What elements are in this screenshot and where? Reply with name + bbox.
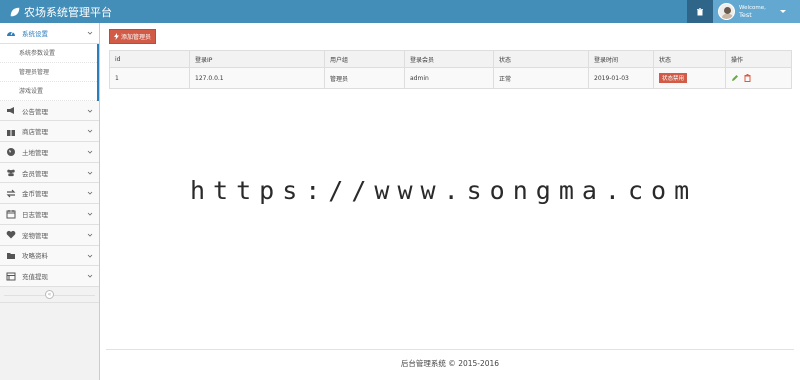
- sidebar-item-guides[interactable]: 攻略资料: [0, 245, 99, 267]
- sidebar-item-recharge[interactable]: 充值提现: [0, 266, 99, 287]
- caret-down-icon: [779, 10, 786, 13]
- trash-icon: [697, 7, 703, 15]
- brand[interactable]: 农场系统管理平台: [10, 4, 112, 20]
- sidebar-item-label: 宠物管理: [22, 231, 48, 240]
- cell-time: 2019-01-03: [589, 68, 654, 88]
- users-icon: [6, 168, 16, 178]
- chevron-down-icon: [87, 130, 93, 133]
- sidebar-item-announcements[interactable]: 公告管理: [0, 100, 99, 122]
- globe-icon: [6, 147, 16, 157]
- column-header[interactable]: 状态: [654, 51, 726, 67]
- sidebar: 系统设置 系统参数设置 管理员管理 游戏设置 公告管理 商店管理 土地管理 会员…: [0, 23, 100, 380]
- chevron-down-icon: [87, 31, 93, 35]
- table-row: 1 127.0.0.1 管理员 admin 正常 2019-01-03 状态禁用: [110, 68, 791, 88]
- bolt-icon: [114, 33, 119, 40]
- table-header-row: id 登录IP 用户组 登录会员 状态 登录时间 状态 操作: [110, 51, 791, 68]
- edit-icon[interactable]: [731, 74, 739, 82]
- column-header[interactable]: 登录IP: [190, 51, 325, 67]
- gift-icon: [6, 126, 16, 136]
- chevron-down-icon: [87, 171, 93, 175]
- column-header[interactable]: id: [110, 51, 190, 67]
- username: Test: [739, 10, 752, 19]
- footer-divider: [106, 349, 794, 350]
- sidebar-subitem-params[interactable]: 系统参数设置: [0, 43, 97, 63]
- sidebar-item-members[interactable]: 会员管理: [0, 162, 99, 184]
- leaf-icon: [10, 7, 20, 17]
- sidebar-item-label: 攻略资料: [22, 252, 48, 261]
- disable-status-button[interactable]: 状态禁用: [659, 73, 688, 83]
- sidebar-item-label: 商店管理: [22, 128, 48, 137]
- column-header[interactable]: 登录时间: [589, 51, 654, 67]
- sidebar-item-label: 公告管理: [22, 107, 48, 116]
- cell-ip: 127.0.0.1: [190, 68, 325, 88]
- column-header[interactable]: 登录会员: [405, 51, 494, 67]
- add-admin-label: 添加管理员: [121, 34, 152, 41]
- chevron-down-icon: [87, 274, 93, 278]
- sidebar-item-logs[interactable]: 日志管理: [0, 204, 99, 225]
- admin-table: id 登录IP 用户组 登录会员 状态 登录时间 状态 操作 1 127.0.0…: [109, 50, 792, 89]
- sidebar-item-label: 会员管理: [22, 169, 48, 178]
- sidebar-subitem-admins[interactable]: 管理员管理: [0, 62, 97, 82]
- sidebar-item-label: 充值提现: [22, 273, 48, 282]
- sidebar-item-label: 系统设置: [22, 29, 48, 38]
- add-admin-button[interactable]: 添加管理员: [109, 29, 157, 44]
- sidebar-item-system-settings[interactable]: 系统设置: [0, 23, 99, 44]
- cell-member: admin: [405, 68, 494, 88]
- cell-group: 管理员: [325, 68, 405, 88]
- cell-operations: [726, 68, 791, 88]
- user-menu[interactable]: Welcome, Test: [713, 0, 800, 23]
- sidebar-item-label: 土地管理: [22, 148, 48, 157]
- cell-status: 正常: [494, 68, 589, 88]
- sidebar-item-shop[interactable]: 商店管理: [0, 121, 99, 143]
- top-navbar: 农场系统管理平台 Welcome, Test: [0, 0, 800, 23]
- folder-icon: [6, 250, 16, 260]
- list-icon: [6, 271, 16, 281]
- column-header[interactable]: 状态: [494, 51, 589, 67]
- footer: 后台管理系统 © 2015-2016: [400, 359, 500, 368]
- cell-id: 1: [110, 68, 190, 88]
- sidebar-item-label: 日志管理: [22, 210, 48, 219]
- watermark: https://www.songma.com: [190, 176, 698, 205]
- chevron-down-icon: [87, 212, 93, 216]
- column-header[interactable]: 用户组: [325, 51, 405, 67]
- chevron-down-icon: [87, 192, 93, 196]
- brand-title: 农场系统管理平台: [24, 6, 112, 19]
- column-header[interactable]: 操作: [726, 51, 791, 67]
- double-chevron-left-icon[interactable]: «: [45, 289, 54, 299]
- chevron-down-icon: [87, 109, 93, 113]
- heart-icon: [6, 230, 16, 240]
- trash-icon[interactable]: [744, 74, 751, 82]
- chevron-down-icon: [87, 150, 93, 154]
- sidebar-collapse: «: [0, 287, 99, 303]
- chevron-down-icon: [87, 254, 93, 258]
- cell-action-status: 状态禁用: [654, 68, 726, 88]
- sidebar-item-land[interactable]: 土地管理: [0, 142, 99, 163]
- sidebar-item-coins[interactable]: 金币管理: [0, 183, 99, 205]
- calendar-icon: [6, 209, 16, 219]
- dashboard-icon: [6, 28, 16, 38]
- sidebar-subitem-game-settings[interactable]: 游戏设置: [0, 81, 97, 101]
- bullhorn-icon: [6, 106, 16, 116]
- trash-button[interactable]: [687, 0, 713, 23]
- avatar: [718, 3, 735, 20]
- chevron-down-icon: [87, 233, 93, 237]
- exchange-icon: [6, 188, 16, 198]
- sidebar-item-label: 金币管理: [22, 190, 48, 199]
- sidebar-item-pets[interactable]: 宠物管理: [0, 224, 99, 246]
